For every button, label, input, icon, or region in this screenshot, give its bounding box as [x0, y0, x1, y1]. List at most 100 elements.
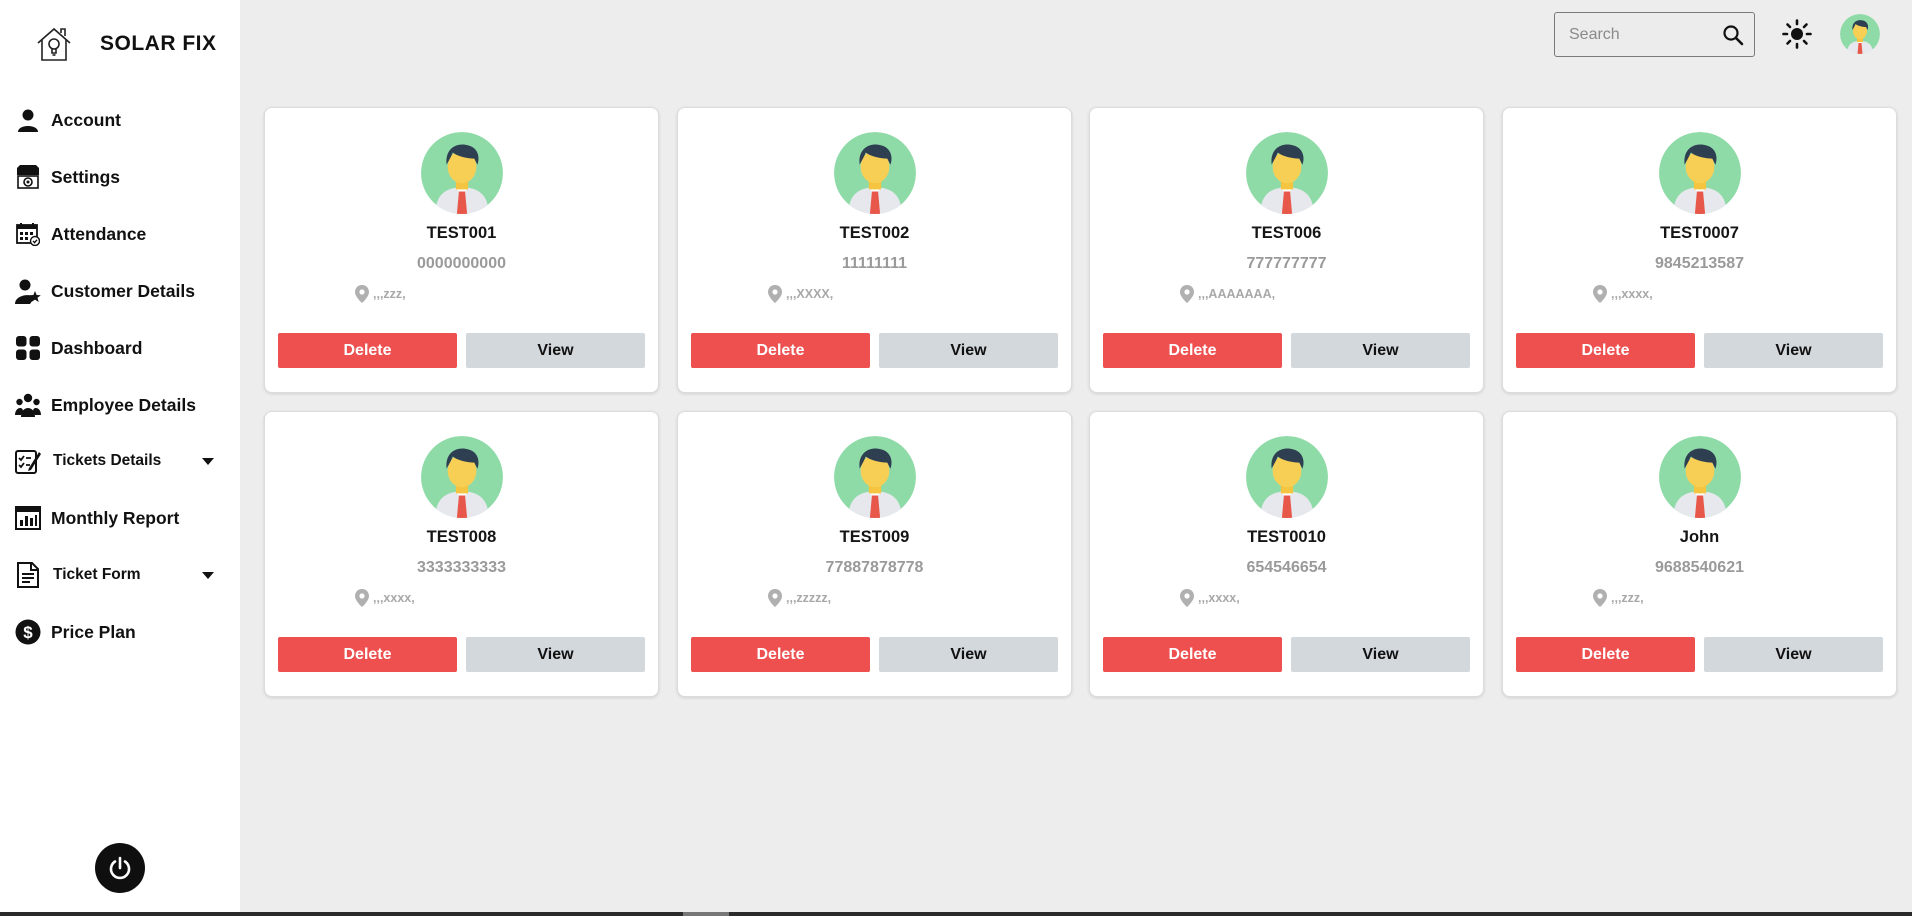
view-button[interactable]: View: [1704, 333, 1883, 368]
brand[interactable]: SOLAR FIX: [32, 22, 217, 66]
sidebar-item-label: Dashboard: [51, 337, 143, 358]
employee-name: TEST001: [426, 224, 497, 242]
employee-address: ,,,zzz,: [355, 285, 406, 303]
employee-name: TEST009: [839, 528, 910, 546]
delete-button[interactable]: Delete: [1103, 637, 1282, 672]
svg-text:$: $: [23, 623, 33, 642]
employee-phone: 9845213587: [1655, 255, 1744, 272]
sidebar-item-account[interactable]: Account: [14, 100, 224, 140]
employee-address: ,,,xxxx,: [355, 589, 415, 607]
employee-phone: 9688540621: [1655, 559, 1744, 576]
avatar-icon: [1840, 14, 1880, 54]
group-icon: [14, 391, 42, 419]
view-button[interactable]: View: [879, 333, 1058, 368]
avatar-icon: [1246, 132, 1328, 214]
employee-phone: 3333333333: [417, 559, 506, 576]
view-button[interactable]: View: [1291, 333, 1470, 368]
employee-address-text: ,,,XXXX,: [786, 287, 834, 301]
location-pin-icon: [355, 285, 369, 303]
delete-button[interactable]: Delete: [1516, 637, 1695, 672]
delete-button[interactable]: Delete: [278, 637, 457, 672]
user-icon: [14, 106, 42, 134]
theme-toggle-button[interactable]: [1780, 17, 1814, 51]
employee-address: ,,,zzz,: [1593, 589, 1644, 607]
chevron-down-icon[interactable]: [202, 458, 214, 465]
search-input[interactable]: [1569, 25, 1719, 44]
sidebar-item-label: Account: [51, 109, 121, 130]
sun-icon: [1782, 19, 1812, 49]
employee-address: ,,,zzzzz,: [768, 589, 831, 607]
delete-button[interactable]: Delete: [1103, 333, 1282, 368]
sidebar-item-label: Employee Details: [51, 394, 196, 415]
delete-button[interactable]: Delete: [1516, 333, 1695, 368]
view-button[interactable]: View: [466, 333, 645, 368]
employee-name: TEST0007: [1660, 224, 1739, 242]
employee-card: TEST0010 654546654 ,,,xxxx, Delete View: [1089, 411, 1484, 697]
view-button[interactable]: View: [466, 637, 645, 672]
grid-icon: [14, 334, 42, 362]
employee-name: TEST008: [426, 528, 497, 546]
employee-address: ,,,XXXX,: [768, 285, 833, 303]
employee-card: TEST001 0000000000 ,,,zzz, Delete View: [264, 107, 659, 393]
user-avatar[interactable]: [1840, 14, 1880, 54]
employee-address-text: ,,,zzzzz,: [786, 591, 832, 605]
search-icon[interactable]: [1722, 24, 1744, 46]
settings-icon: [14, 163, 42, 191]
delete-button[interactable]: Delete: [691, 637, 870, 672]
sidebar-item-label: Customer Details: [51, 280, 195, 301]
employee-card: John 9688540621 ,,,zzz, Delete View: [1502, 411, 1897, 697]
sidebar-item-price-plan[interactable]: $ Price Plan: [14, 612, 224, 652]
employee-card: TEST002 11111111 ,,,XXXX, Delete View: [677, 107, 1072, 393]
avatar-icon: [1659, 132, 1741, 214]
location-pin-icon: [1180, 589, 1194, 607]
chevron-down-icon[interactable]: [202, 572, 214, 579]
calendar-icon: [14, 220, 42, 248]
employee-name: TEST002: [839, 224, 910, 242]
view-button[interactable]: View: [1291, 637, 1470, 672]
employee-address-text: ,,,AAAAAAA,: [1198, 287, 1276, 301]
avatar-icon: [1246, 436, 1328, 518]
employee-phone: 11111111: [841, 255, 907, 272]
sidebar-item-attendance[interactable]: Attendance: [14, 214, 224, 254]
document-icon: [14, 561, 42, 589]
location-pin-icon: [768, 589, 782, 607]
sidebar-item-employee-details[interactable]: Employee Details: [14, 385, 224, 425]
sidebar-item-tickets-details[interactable]: Tickets Details: [14, 441, 224, 481]
employee-name: TEST0010: [1247, 528, 1326, 546]
avatar-icon: [421, 132, 503, 214]
employee-address-text: ,,,zzz,: [1611, 591, 1644, 605]
view-button[interactable]: View: [1704, 637, 1883, 672]
employee-card: TEST0007 9845213587 ,,,xxxx, Delete View: [1502, 107, 1897, 393]
delete-button[interactable]: Delete: [691, 333, 870, 368]
sidebar-item-monthly-report[interactable]: Monthly Report: [14, 498, 224, 538]
employee-phone: 777777777: [1246, 255, 1327, 272]
sidebar-item-label: Settings: [51, 166, 121, 187]
logout-button[interactable]: [95, 843, 145, 893]
location-pin-icon: [355, 589, 369, 607]
employee-name: John: [1679, 528, 1720, 546]
sidebar-item-customer-details[interactable]: Customer Details: [14, 271, 224, 311]
sidebar-item-ticket-form[interactable]: Ticket Form: [14, 555, 224, 595]
search-box: [1554, 12, 1755, 57]
avatar-icon: [1659, 436, 1741, 518]
location-pin-icon: [1593, 285, 1607, 303]
scroll-indicator: [683, 912, 729, 916]
employee-address-text: ,,,zzz,: [373, 287, 406, 301]
window-bottom-edge: [0, 912, 1912, 916]
house-bulb-icon: [32, 22, 76, 66]
delete-button[interactable]: Delete: [278, 333, 457, 368]
employee-card: TEST009 77887878778 ,,,zzzzz, Delete Vie…: [677, 411, 1072, 697]
view-button[interactable]: View: [879, 637, 1058, 672]
sidebar-item-settings[interactable]: Settings: [14, 157, 224, 197]
employee-address-text: ,,,xxxx,: [373, 591, 415, 605]
brand-name: SOLAR FIX: [100, 32, 217, 55]
sidebar-item-dashboard[interactable]: Dashboard: [14, 328, 224, 368]
avatar-icon: [834, 436, 916, 518]
employee-address-text: ,,,xxxx,: [1611, 287, 1653, 301]
location-pin-icon: [1180, 285, 1194, 303]
user-star-icon: [14, 277, 42, 305]
employee-card: TEST008 3333333333 ,,,xxxx, Delete View: [264, 411, 659, 697]
employee-phone: 654546654: [1246, 559, 1327, 576]
location-pin-icon: [768, 285, 782, 303]
location-pin-icon: [1593, 589, 1607, 607]
